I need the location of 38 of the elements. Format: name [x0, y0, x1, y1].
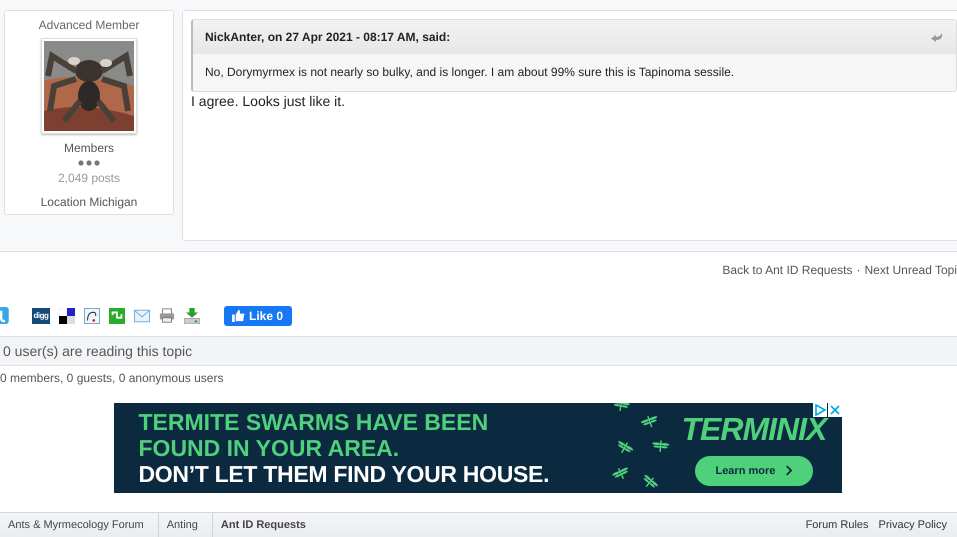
four-square-icon[interactable]	[59, 308, 75, 324]
share-tile-icon[interactable]	[0, 307, 9, 324]
member-location: Location Michigan	[40, 195, 138, 209]
ad-headline: FOUND IN YOUR AREA.	[138, 435, 400, 461]
like-button[interactable]: Like 0	[224, 306, 292, 326]
envelope-icon[interactable]	[134, 308, 150, 324]
rank-pips-icon	[78, 160, 100, 166]
topic-nav-link[interactable]: Back to Ant ID Requests	[722, 263, 852, 285]
ad-headline: TERMITE SWARMS HAVE BEEN	[138, 409, 490, 435]
reply-arrow-icon[interactable]	[930, 32, 944, 42]
topic-nav-link[interactable]: Next Unread Topi	[864, 263, 957, 285]
quote-citation: NickAnter, on 27 Apr 2021 - 08:17 AM, said:	[205, 30, 450, 44]
readers-title: 0 user(s) are reading this topic	[3, 343, 192, 359]
chevron-right-icon	[785, 465, 792, 476]
squiggle-tile-icon[interactable]	[109, 308, 125, 324]
ad-banner[interactable]: TERMITE SWARMS HAVE BEEN FOUND IN YOUR AREA. DON’T LET THEM FIND YOUR HOUSE. TERMINIX Learn more	[114, 403, 842, 493]
download-icon[interactable]	[184, 308, 200, 324]
breadcrumb-link[interactable]: Ant ID Requests	[212, 513, 320, 537]
footer-link[interactable]: Privacy Policy	[878, 519, 947, 531]
post-text: I agree. Looks just like it.	[191, 93, 346, 109]
quote-text: No, Dorymyrmex is not nearly so bulky, and is longer. I am about 99% sure this is Tapinoma sessile.	[204, 64, 736, 81]
member-group: Members	[64, 141, 114, 155]
thumbs-up-icon	[232, 309, 245, 322]
brand-logo: TERMINIX	[682, 410, 826, 448]
printer-icon[interactable]	[159, 308, 175, 324]
play-triangle-icon[interactable]	[812, 403, 826, 417]
footer-link[interactable]: Forum Rules	[806, 519, 869, 531]
post-count: 2,049 posts	[58, 171, 120, 185]
close-icon[interactable]	[828, 403, 842, 417]
member-title: Advanced Member	[38, 18, 140, 32]
digg-share-icon[interactable]: digg	[32, 308, 50, 324]
learn-more-button[interactable]: Learn more	[694, 456, 813, 486]
breadcrumb-link[interactable]: Anting	[158, 513, 213, 537]
pen-tile-icon[interactable]	[84, 308, 100, 324]
separator-dot: ·	[856, 263, 860, 279]
readers-detail: 0 members, 0 guests, 0 anonymous users	[0, 371, 224, 385]
breadcrumb-link[interactable]: Ants & Myrmecology Forum	[0, 513, 159, 537]
ad-tagline: DON’T LET THEM FIND YOUR HOUSE.	[138, 461, 550, 487]
